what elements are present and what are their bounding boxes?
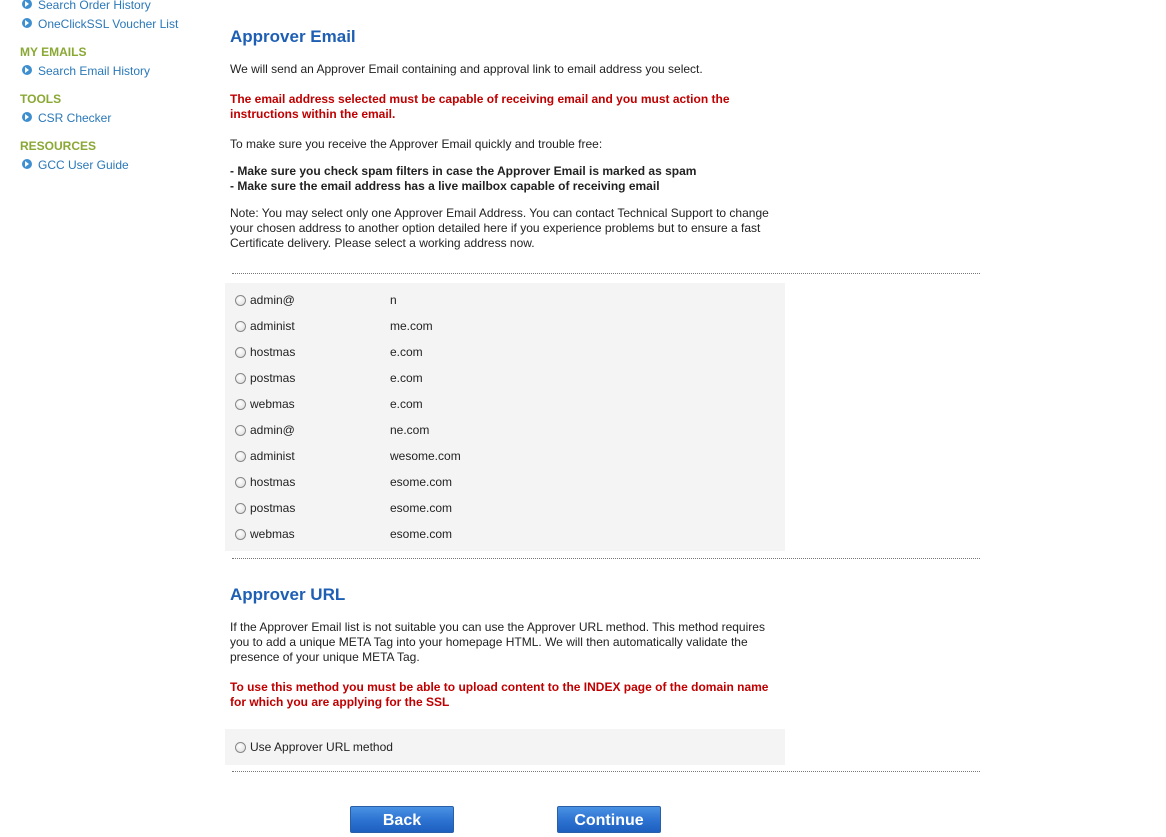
approver-url-title: Approver URL: [230, 585, 346, 604]
approver-url-option: Use Approver URL method: [225, 729, 785, 765]
approver-email-intro: We will send an Approver Email containin…: [230, 62, 703, 76]
approver-email-note: Note: You may select only one Approver E…: [230, 206, 769, 250]
redaction-mask: [298, 527, 390, 541]
redaction-mask: [298, 293, 390, 307]
approver-email-tip-mailbox: - Make sure the email address has a live…: [230, 179, 660, 193]
radio-button[interactable]: [235, 398, 246, 410]
email-option[interactable]: postmas e.com: [235, 370, 423, 386]
sidebar-heading-resources: RESOURCES: [20, 139, 97, 153]
email-option[interactable]: postmas esome.com: [235, 500, 452, 516]
radio-button[interactable]: [235, 476, 246, 488]
radio-button[interactable]: [235, 528, 246, 540]
bullet-arrow-icon: [22, 112, 32, 122]
bullet-arrow-icon: [22, 18, 32, 28]
email-option[interactable]: admin@ ne.com: [235, 422, 429, 438]
email-option[interactable]: administ me.com: [235, 318, 433, 334]
approver-url-description: If the Approver Email list is not suitab…: [230, 620, 765, 664]
approver-email-options: admin@ n administ me.com hostmas e.com p…: [225, 283, 785, 551]
sidebar-link-search-order-history[interactable]: Search Order History: [22, 0, 151, 12]
email-option[interactable]: hostmas esome.com: [235, 474, 452, 490]
redaction-mask: [298, 449, 390, 463]
sidebar-link-gcc-user-guide[interactable]: GCC User Guide: [22, 158, 129, 172]
radio-button[interactable]: [235, 741, 246, 753]
approver-email-tips-lead: To make sure you receive the Approver Em…: [230, 137, 603, 151]
email-option[interactable]: admin@ n: [235, 292, 397, 308]
radio-button[interactable]: [235, 424, 246, 436]
bullet-arrow-icon: [22, 65, 32, 75]
email-option[interactable]: administ wesome.com: [235, 448, 461, 464]
radio-button[interactable]: [235, 372, 246, 384]
back-button[interactable]: Back: [350, 806, 454, 833]
sidebar-link-search-email-history[interactable]: Search Email History: [22, 64, 150, 78]
radio-button[interactable]: [235, 294, 246, 306]
continue-button[interactable]: Continue: [557, 806, 661, 833]
approver-url-warning: To use this method you must be able to u…: [230, 680, 769, 709]
redaction-mask: [298, 319, 390, 333]
approver-email-warning: The email address selected must be capab…: [230, 92, 730, 121]
sidebar-heading-my-emails: MY EMAILS: [20, 45, 87, 59]
email-option[interactable]: hostmas e.com: [235, 344, 423, 360]
approver-email-tip-spam: - Make sure you check spam filters in ca…: [230, 164, 697, 178]
divider: [232, 771, 980, 772]
url-option[interactable]: Use Approver URL method: [235, 739, 393, 755]
redaction-mask: [298, 423, 390, 437]
divider: [232, 558, 980, 559]
sidebar-heading-tools: TOOLS: [20, 92, 62, 106]
redaction-mask: [298, 397, 390, 411]
redaction-mask: [298, 371, 390, 385]
redaction-mask: [298, 475, 390, 489]
radio-button[interactable]: [235, 320, 246, 332]
divider: [232, 273, 980, 274]
email-option[interactable]: webmas esome.com: [235, 526, 452, 542]
sidebar-link-oneclickssl-voucher-list[interactable]: OneClickSSL Voucher List: [22, 17, 178, 31]
approver-email-title: Approver Email: [230, 27, 356, 46]
radio-button[interactable]: [235, 346, 246, 358]
bullet-arrow-icon: [22, 159, 32, 169]
radio-button[interactable]: [235, 502, 246, 514]
sidebar-link-csr-checker[interactable]: CSR Checker: [22, 111, 111, 125]
redaction-mask: [298, 345, 390, 359]
redaction-mask: [298, 501, 390, 515]
email-option[interactable]: webmas e.com: [235, 396, 423, 412]
radio-button[interactable]: [235, 450, 246, 462]
